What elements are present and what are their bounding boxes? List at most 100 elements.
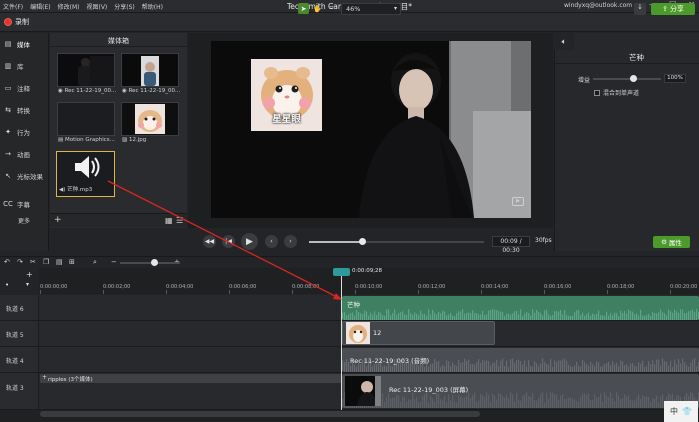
waveform-bar xyxy=(446,315,448,320)
waveform-bar xyxy=(576,362,578,372)
gain-slider-knob[interactable] xyxy=(630,75,637,82)
sidebar-item-cursor-effects[interactable]: ↖ 光标效果 xyxy=(3,171,43,181)
hamster-overlay[interactable]: 星星眼 xyxy=(251,59,322,131)
zoom-search-icon[interactable]: ⌕ xyxy=(93,258,97,267)
media-thumbnail-selected[interactable]: ◀) 芒种.mp3 xyxy=(56,151,115,197)
grid-view-icon[interactable]: ▦ xyxy=(165,216,173,225)
sidebar-item-annotations[interactable]: ▭ 注释 xyxy=(3,83,30,93)
marker-icon[interactable]: • xyxy=(5,281,9,289)
expand-icon[interactable]: + xyxy=(42,374,47,381)
zoom-select[interactable]: 46% ▾ xyxy=(341,3,401,15)
video-thumb-icon xyxy=(122,54,178,86)
step-back-icon[interactable]: ◀◀ xyxy=(203,235,216,248)
previous-marker-icon[interactable]: ‹ xyxy=(265,235,278,248)
media-thumbnail[interactable] xyxy=(121,102,179,136)
waveform-bar xyxy=(600,315,602,320)
split-icon[interactable]: ⊞ xyxy=(69,258,75,266)
pan-tool-icon[interactable]: ✋ xyxy=(312,3,323,14)
media-thumbnail[interactable] xyxy=(57,102,115,136)
playhead-handle[interactable] xyxy=(333,268,350,276)
waveform-bar xyxy=(478,314,480,320)
sidebar-item-behaviors[interactable]: ✦ 行为 xyxy=(3,127,30,137)
list-view-icon[interactable]: ☰ xyxy=(176,216,183,225)
playback-scrubber[interactable] xyxy=(309,238,484,245)
ime-toolbar[interactable]: 中 👕 xyxy=(664,401,698,422)
download-icon[interactable]: ↓ xyxy=(634,3,646,15)
add-media-icon[interactable]: + xyxy=(54,215,62,225)
waveform-bar xyxy=(592,364,594,372)
shirt-icon[interactable]: 👕 xyxy=(682,407,692,416)
sidebar-item-animations[interactable]: → 动画 xyxy=(3,149,30,159)
audio-properties-tab-icon[interactable]: 🔈︎ xyxy=(554,33,574,50)
collapse-tracks-icon[interactable]: ▾ xyxy=(26,281,29,288)
crop-tool-icon[interactable]: ⌗ xyxy=(326,3,337,14)
waveform-bar xyxy=(418,402,420,408)
add-track-icon[interactable]: + xyxy=(26,270,33,279)
waveform-bar xyxy=(434,312,436,320)
clip-audio-mangzhong[interactable]: 芒种 xyxy=(342,296,699,320)
divider xyxy=(50,46,187,47)
record-button[interactable]: 录制 xyxy=(4,17,29,27)
waveform-bar xyxy=(414,312,416,320)
sidebar-item-captions[interactable]: CC 字幕 xyxy=(3,199,30,209)
next-marker-icon[interactable]: › xyxy=(284,235,297,248)
horizontal-scrollbar[interactable] xyxy=(40,411,480,417)
waveform-bar xyxy=(606,311,608,320)
waveform-bar xyxy=(630,311,632,320)
waveform-bar xyxy=(436,361,438,372)
sidebar-item-library[interactable]: ▥ 库 xyxy=(3,61,24,71)
sidebar-item-media[interactable]: ▤ 媒体 xyxy=(3,39,30,49)
waveform-bar xyxy=(384,365,386,372)
waveform-bar xyxy=(484,397,486,408)
waveform-bar xyxy=(424,367,426,372)
media-thumbnail[interactable] xyxy=(121,53,179,87)
waveform-bar xyxy=(468,312,470,320)
track-header[interactable]: 轨道 3 xyxy=(0,373,39,409)
track-header[interactable]: 轨道 4 xyxy=(0,347,39,372)
sidebar-item-transitions[interactable]: ⇆ 转换 xyxy=(3,105,30,115)
waveform-bar xyxy=(416,364,418,372)
play-icon[interactable]: ▶ xyxy=(241,233,258,250)
checkbox-box[interactable] xyxy=(594,89,600,96)
undo-icon[interactable]: ↶ xyxy=(4,258,10,266)
waveform-bar xyxy=(444,396,446,408)
ripples-count: (3个媒体) xyxy=(68,377,93,383)
redo-icon[interactable]: ↷ xyxy=(17,258,23,266)
select-tool-icon[interactable]: ➤ xyxy=(298,3,309,14)
waveform-bar xyxy=(482,359,484,372)
clip-rec-audio[interactable]: Rec 11-22-19_003 (音频) xyxy=(342,348,699,372)
gain-value-field[interactable]: 100% xyxy=(664,74,686,83)
waveform-bar xyxy=(390,315,392,320)
waveform-bar xyxy=(496,359,498,372)
ime-language[interactable]: 中 xyxy=(670,406,678,417)
account-menu[interactable]: windyxq@outlook.com ▾ xyxy=(564,2,637,9)
zoom-out-icon[interactable]: − xyxy=(111,258,117,266)
track-header[interactable]: 轨道 5 xyxy=(0,321,39,346)
gain-slider[interactable] xyxy=(593,78,661,80)
mix-mono-checkbox[interactable]: 混合到单声道 xyxy=(594,88,639,97)
properties-button[interactable]: ⚙ 属性 xyxy=(653,236,690,248)
media-thumbnail[interactable] xyxy=(57,53,115,87)
clip-label: 芒种 xyxy=(347,301,360,309)
previous-frame-icon[interactable]: |◀ xyxy=(222,235,235,248)
clip-rec-screen[interactable]: Rec 11-22-19_003 (屏幕) xyxy=(342,374,699,408)
waveform-bar xyxy=(668,365,670,372)
waveform-bar xyxy=(614,312,616,320)
library-icon: ▥ xyxy=(4,62,12,70)
timeline-zoom-knob[interactable] xyxy=(151,259,158,266)
waveform-bar xyxy=(646,366,648,372)
waveform-bar xyxy=(456,366,458,372)
track-header[interactable]: 轨道 6 xyxy=(0,295,39,320)
timeline-zoom-slider[interactable] xyxy=(120,262,180,264)
more-button[interactable]: 更多 xyxy=(18,216,30,225)
waveform-bar xyxy=(604,363,606,372)
waveform-bar xyxy=(590,400,592,408)
paste-icon[interactable]: ▤ xyxy=(56,258,63,266)
waveform-bar xyxy=(604,316,606,320)
scrubber-knob[interactable] xyxy=(358,238,366,245)
clip-image-12[interactable]: 12 xyxy=(342,321,495,345)
share-button[interactable]: ⇪ 分享 xyxy=(651,3,695,15)
cut-icon[interactable]: ✂ xyxy=(30,258,36,266)
copy-icon[interactable]: ❐ xyxy=(43,258,49,266)
waveform-bar xyxy=(354,364,356,372)
